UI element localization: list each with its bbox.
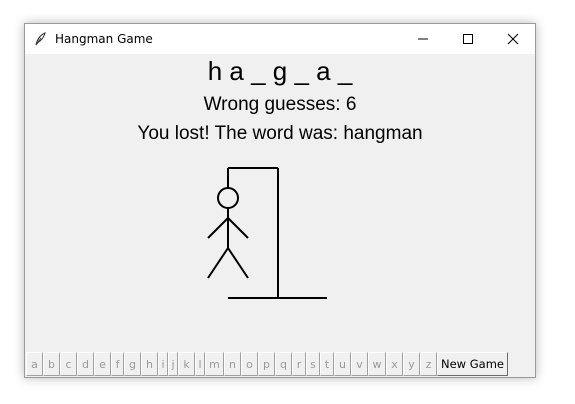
letter-button-f[interactable]: f [111,352,124,376]
letter-keyboard: a b c d e f g h i j k l m n o p q r s t u v w x y z New Game [26,352,533,376]
letter-button-b[interactable]: b [43,352,60,376]
letter-button-a[interactable]: a [26,352,43,376]
window-title: Hangman Game [55,32,153,46]
letter-button-s[interactable]: s [306,352,320,376]
hangman-left-leg [207,247,229,279]
game-status-message: You lost! The word was: hangman [137,123,423,144]
close-icon [507,33,519,45]
close-button[interactable] [490,24,535,54]
letter-button-y[interactable]: y [403,352,420,376]
letter-button-j[interactable]: j [168,352,178,376]
new-game-button[interactable]: New Game [437,352,508,376]
minimize-icon [418,38,428,40]
wrong-guesses-label: Wrong guesses: 6 [203,94,357,115]
hangman-head [217,187,239,209]
letter-button-i[interactable]: i [158,352,168,376]
maximize-button[interactable] [445,24,490,54]
letter-button-z[interactable]: z [420,352,437,376]
letter-button-p[interactable]: p [258,352,275,376]
letter-button-v[interactable]: v [351,352,368,376]
letter-button-n[interactable]: n [224,352,241,376]
letter-button-d[interactable]: d [77,352,94,376]
word-display: h a _ g _ a _ [207,56,353,86]
letter-button-r[interactable]: r [292,352,306,376]
letter-button-w[interactable]: w [368,352,386,376]
letter-button-h[interactable]: h [141,352,158,376]
letter-button-u[interactable]: u [334,352,351,376]
letter-button-t[interactable]: t [320,352,334,376]
letter-button-o[interactable]: o [241,352,258,376]
maximize-icon [463,34,473,44]
hangman-drawing [207,167,327,299]
letter-button-e[interactable]: e [94,352,111,376]
feather-icon [33,32,47,46]
hangman-right-arm [227,217,249,239]
title-bar: Hangman Game [25,24,535,54]
letter-button-x[interactable]: x [386,352,403,376]
hangman-right-leg [227,247,249,279]
hangman-left-arm [207,217,229,239]
letter-button-l[interactable]: l [195,352,205,376]
letter-button-g[interactable]: g [124,352,141,376]
letter-button-m[interactable]: m [205,352,224,376]
letter-button-k[interactable]: k [178,352,195,376]
letter-button-c[interactable]: c [60,352,77,376]
letter-button-q[interactable]: q [275,352,292,376]
minimize-button[interactable] [400,24,445,54]
app-window: Hangman Game h a _ g _ a _ Wrong guesses… [24,23,536,378]
